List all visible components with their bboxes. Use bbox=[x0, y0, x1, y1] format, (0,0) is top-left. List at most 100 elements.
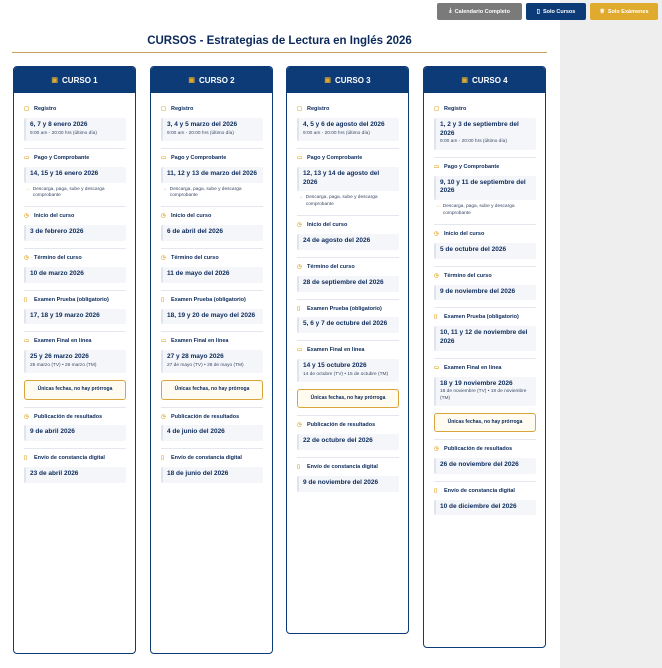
results-section: ◷ Publicación de resultados 9 de abril 20… bbox=[24, 408, 126, 450]
results-date: 9 de abril 2026 bbox=[30, 428, 75, 436]
payment-section: ▭ Pago y Comprobante 11, 12 y 13 de marzo… bbox=[161, 149, 263, 208]
section-label: Inicio del curso bbox=[34, 213, 75, 220]
final-exam-section: ▭ Examen Final en línea 18 y 19 noviembre… bbox=[434, 359, 536, 441]
courses-only-button[interactable]: ▯ Solo Cursos bbox=[526, 3, 586, 20]
course-start-section: ◷ Inicio del curso 24 de agosto del 2026 bbox=[297, 216, 399, 258]
course-card: ▣ CURSO 2 ▢ Registro 3, 4 y 5 marzo del 2… bbox=[150, 66, 273, 654]
section-label: Término del curso bbox=[307, 263, 355, 270]
course-start-date: 6 de abril del 2026 bbox=[167, 228, 224, 236]
final-exam-shifts: 14 de octubre (TV) • 15 de octubre (TM) bbox=[303, 371, 389, 377]
course-start-date: 24 de agosto del 2026 bbox=[303, 237, 371, 245]
certificate-section: ▯ Envío de constancia digital 23 de abril… bbox=[24, 449, 126, 490]
final-exam-date: 27 y 28 mayo 2026 bbox=[167, 353, 224, 361]
results-section: ◷ Publicación de resultados 22 de octubre… bbox=[297, 416, 399, 458]
results-date: 4 de junio del 2026 bbox=[167, 428, 225, 436]
section-label: Registro bbox=[34, 106, 57, 112]
certificate-icon: ▯ bbox=[161, 455, 165, 462]
certificate-icon: ▯ bbox=[24, 455, 28, 462]
credit-card-icon: ▭ bbox=[434, 163, 440, 170]
section-label: Examen Final en línea bbox=[444, 364, 502, 371]
payment-note: Descarga, paga, sube y descarga comproba… bbox=[32, 186, 105, 198]
laptop-icon: ▭ bbox=[297, 347, 303, 354]
certificate-date: 23 de abril 2026 bbox=[30, 470, 79, 478]
section-label: Examen Final en línea bbox=[307, 347, 365, 354]
registration-date: 3, 4 y 5 marzo del 2026 bbox=[167, 120, 238, 128]
section-label: Envío de constancia digital bbox=[307, 463, 378, 470]
arrow-right-icon: → bbox=[435, 204, 440, 210]
download-icon: ⤓ bbox=[449, 8, 452, 14]
section-label: Registro bbox=[307, 106, 330, 112]
clock-icon: ◷ bbox=[434, 230, 439, 237]
course-header: ▣ CURSO 1 bbox=[14, 67, 135, 93]
registration-date: 6, 7 y 8 enero 2026 bbox=[30, 120, 88, 128]
course-start-section: ◷ Inicio del curso 6 de abril del 2026 bbox=[161, 207, 263, 250]
registration-hours: 9:00 am - 20:00 hrs (último día) bbox=[440, 139, 507, 145]
calendar-icon: ▢ bbox=[161, 106, 167, 112]
exams-only-button[interactable]: ♕ Solo Exámenes bbox=[590, 3, 658, 20]
trophy-icon: ♕ bbox=[599, 9, 605, 15]
document-icon: ▯ bbox=[24, 296, 28, 303]
registration-hours: 9:00 am - 20:00 hrs (último día) bbox=[30, 130, 97, 136]
clock-icon: ◷ bbox=[24, 413, 29, 420]
registration-section: ▢ Registro 3, 4 y 5 marzo del 2026 9:00 am… bbox=[161, 103, 263, 149]
course-end-date: 10 de marzo 2026 bbox=[30, 269, 84, 277]
course-end-date: 11 de mayo del 2026 bbox=[167, 269, 230, 277]
payment-date: 14, 15 y 16 enero 2026 bbox=[30, 169, 99, 177]
clock-icon: ◷ bbox=[24, 213, 29, 220]
section-label: Examen Prueba (obligatorio) bbox=[34, 296, 109, 303]
practice-exam-date: 5, 6 y 7 de octubre del 2026 bbox=[303, 320, 388, 328]
certificate-section: ▯ Envío de constancia digital 10 de dicie… bbox=[434, 482, 536, 523]
clock-icon: ◷ bbox=[297, 263, 302, 270]
course-name: CURSO 4 bbox=[472, 75, 508, 85]
section-label: Envío de constancia digital bbox=[34, 455, 105, 462]
registration-section: ▢ Registro 1, 2 y 3 de septiembre del 202… bbox=[434, 103, 536, 158]
course-start-date: 3 de febrero 2026 bbox=[30, 228, 84, 236]
full-calendar-button[interactable]: ⤓ Calendario Completo bbox=[437, 3, 522, 20]
clock-icon: ◷ bbox=[434, 446, 439, 453]
clock-icon: ◷ bbox=[297, 422, 302, 429]
book-icon: ▣ bbox=[188, 77, 196, 84]
results-date: 22 de octubre del 2026 bbox=[303, 437, 373, 445]
courses-only-label: Solo Cursos bbox=[542, 8, 576, 15]
course-header: ▣ CURSO 4 bbox=[424, 67, 545, 93]
practice-exam-section: ▯ Examen Prueba (obligatorio) 18, 19 y 20… bbox=[161, 291, 263, 333]
document-icon: ▯ bbox=[434, 314, 438, 321]
final-exam-shifts: 25 marzo (TV) • 26 marzo (TM) bbox=[30, 363, 97, 369]
clock-icon: ◷ bbox=[24, 255, 29, 262]
section-label: Término del curso bbox=[444, 272, 492, 279]
payment-section: ▭ Pago y Comprobante 14, 15 y 16 enero 20… bbox=[24, 149, 126, 208]
payment-note: Descarga, paga, sube y descarga comproba… bbox=[305, 195, 378, 207]
practice-exam-section: ▯ Examen Prueba (obligatorio) 10, 11 y 12… bbox=[434, 308, 536, 359]
course-name: CURSO 3 bbox=[335, 75, 371, 85]
no-extension-warning: Únicas fechas, no hay prórroga bbox=[434, 412, 536, 433]
full-calendar-label: Calendario Completo bbox=[454, 8, 510, 15]
section-label: Inicio del curso bbox=[171, 213, 212, 220]
course-end-section: ◷ Término del curso 28 de septiembre del … bbox=[297, 258, 399, 300]
section-label: Inicio del curso bbox=[307, 222, 348, 229]
clock-icon: ◷ bbox=[297, 222, 302, 229]
no-extension-warning: Únicas fechas, no hay prórroga bbox=[297, 389, 399, 409]
results-section: ◷ Publicación de resultados 4 de junio de… bbox=[161, 408, 263, 450]
section-label: Examen Final en línea bbox=[34, 338, 92, 345]
section-label: Registro bbox=[171, 106, 194, 112]
registration-hours: 9:00 am - 20:00 hrs (último día) bbox=[303, 130, 370, 136]
course-start-section: ◷ Inicio del curso 3 de febrero 2026 bbox=[24, 207, 126, 250]
course-end-section: ◷ Término del curso 11 de mayo del 2026 bbox=[161, 249, 263, 291]
document-icon: ▯ bbox=[161, 296, 165, 303]
book-icon: ▯ bbox=[536, 9, 540, 15]
payment-date: 9, 10 y 11 de septiembre del 2026 bbox=[440, 178, 526, 195]
final-exam-date: 18 y 19 noviembre 2026 bbox=[440, 379, 513, 387]
section-label: Envío de constancia digital bbox=[171, 455, 242, 462]
no-extension-warning: Únicas fechas, no hay prórroga bbox=[161, 380, 263, 400]
practice-exam-section: ▯ Examen Prueba (obligatorio) 5, 6 y 7 de… bbox=[297, 300, 399, 342]
document-icon: ▯ bbox=[297, 305, 301, 312]
practice-exam-date: 10, 11 y 12 de noviembre del 2026 bbox=[440, 329, 528, 345]
section-label: Envío de constancia digital bbox=[444, 487, 515, 494]
laptop-icon: ▭ bbox=[24, 338, 30, 345]
course-end-date: 9 de noviembre del 2026 bbox=[440, 287, 516, 295]
clock-icon: ◷ bbox=[161, 255, 166, 262]
section-label: Examen Prueba (obligatorio) bbox=[444, 314, 519, 321]
certificate-section: ▯ Envío de constancia digital 18 de junio… bbox=[161, 449, 263, 490]
section-label: Inicio del curso bbox=[444, 230, 485, 237]
section-label: Pago y Comprobante bbox=[307, 154, 363, 161]
